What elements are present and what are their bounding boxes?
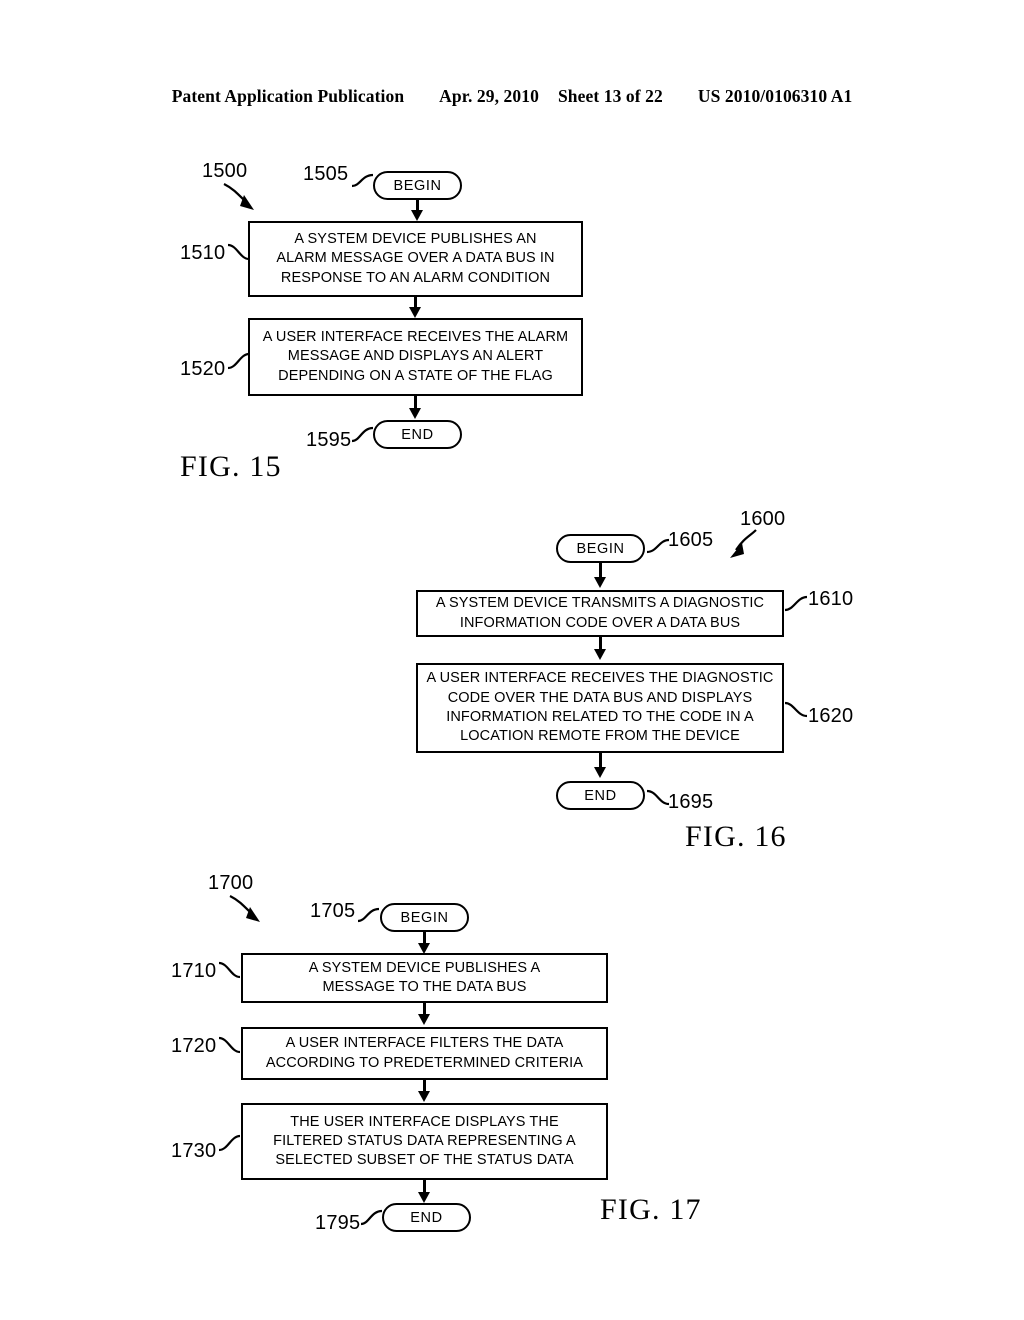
process-box-1620: A USER INTERFACE RECEIVES THE DIAGNOSTIC…: [416, 663, 784, 753]
ref-numeral-1510: 1510: [180, 242, 226, 264]
figure-caption-16: FIG. 16: [685, 820, 787, 853]
process-box-1610-label: A SYSTEM DEVICE TRANSMITS A DIAGNOSTIC I…: [435, 595, 765, 631]
terminator-end-1795-label: END: [410, 1209, 443, 1226]
ref-numeral-1710: 1710: [171, 960, 217, 982]
terminator-begin-1505-label: BEGIN: [393, 177, 442, 194]
terminator-end-1795: END: [382, 1203, 471, 1232]
terminator-end-1695: END: [556, 781, 645, 810]
arrowhead-1730-1795: [418, 1192, 430, 1203]
ref-numeral-1500: 1500: [202, 160, 248, 182]
arrowhead-1510-1520: [409, 307, 421, 318]
leader-1620: [784, 701, 808, 718]
flow-arrow-1500: [223, 183, 254, 210]
process-box-1710-label: A SYSTEM DEVICE PUBLISHES A MESSAGE TO T…: [308, 959, 541, 995]
terminator-begin-1705: BEGIN: [380, 903, 469, 932]
ref-numeral-1730: 1730: [171, 1140, 217, 1162]
terminator-end-1595-label: END: [401, 426, 434, 443]
process-box-1520-label: A USER INTERFACE RECEIVES THE ALARM MESS…: [262, 329, 569, 384]
leader-1720: [218, 1036, 241, 1054]
arrowhead-1605-1610: [594, 577, 606, 588]
header-publication: Patent Application Publication: [171, 86, 405, 106]
process-box-1510: A SYSTEM DEVICE PUBLISHES AN ALARM MESSA…: [248, 221, 583, 297]
process-box-1610: A SYSTEM DEVICE TRANSMITS A DIAGNOSTIC I…: [416, 590, 784, 637]
arrowhead-1720-1730: [418, 1091, 430, 1102]
arrowhead-1620-1695: [594, 767, 606, 778]
ref-numeral-1605: 1605: [668, 529, 714, 551]
arrowhead-1505-1510: [411, 210, 423, 221]
ref-numeral-1700: 1700: [208, 872, 254, 894]
ref-numeral-1595: 1595: [306, 429, 352, 451]
arrowhead-1610-1620: [594, 649, 606, 660]
leader-1710: [218, 961, 241, 979]
terminator-end-1595: END: [373, 420, 462, 449]
terminator-begin-1605-label: BEGIN: [576, 540, 625, 557]
ref-numeral-1720: 1720: [171, 1035, 217, 1057]
leader-1730: [218, 1134, 241, 1152]
ref-numeral-1505: 1505: [303, 163, 349, 185]
ref-numeral-1795: 1795: [315, 1212, 361, 1234]
ref-numeral-1705: 1705: [310, 900, 356, 922]
process-box-1730: THE USER INTERFACE DISPLAYS THE FILTERED…: [241, 1103, 608, 1180]
process-box-1520: A USER INTERFACE RECEIVES THE ALARM MESS…: [248, 318, 583, 396]
ref-numeral-1695: 1695: [668, 791, 714, 813]
flow-arrow-1600: [730, 529, 757, 558]
process-box-1710: A SYSTEM DEVICE PUBLISHES A MESSAGE TO T…: [241, 953, 608, 1003]
process-box-1730-label: THE USER INTERFACE DISPLAYS THE FILTERED…: [273, 1113, 576, 1169]
process-box-1620-label: A USER INTERFACE RECEIVES THE DIAGNOSTIC…: [426, 670, 774, 745]
header-date: Apr. 29, 2010: [439, 86, 539, 106]
ref-numeral-1610: 1610: [808, 588, 854, 610]
arrowhead-1710-1720: [418, 1014, 430, 1025]
figure-caption-15: FIG. 15: [180, 450, 282, 483]
process-box-1510-label: A SYSTEM DEVICE PUBLISHES AN ALARM MESSA…: [276, 231, 555, 286]
leader-1610: [784, 595, 808, 612]
terminator-begin-1605: BEGIN: [556, 534, 645, 563]
ref-numeral-1620: 1620: [808, 705, 854, 727]
page-header: Patent Application Publication Apr. 29, …: [0, 86, 1024, 107]
terminator-begin-1505: BEGIN: [373, 171, 462, 200]
flow-arrow-1700: [229, 895, 260, 922]
arrowhead-1520-1595: [409, 408, 421, 419]
header-patent-number: US 2010/0106310 A1: [697, 86, 853, 106]
terminator-end-1695-label: END: [584, 787, 617, 804]
terminator-begin-1705-label: BEGIN: [400, 909, 449, 926]
process-box-1720: A USER INTERFACE FILTERS THE DATA ACCORD…: [241, 1027, 608, 1080]
process-box-1720-label: A USER INTERFACE FILTERS THE DATA ACCORD…: [265, 1035, 584, 1071]
ref-numeral-1520: 1520: [180, 358, 226, 380]
header-sheet: Sheet 13 of 22: [557, 86, 663, 106]
figure-caption-17: FIG. 17: [600, 1193, 702, 1226]
